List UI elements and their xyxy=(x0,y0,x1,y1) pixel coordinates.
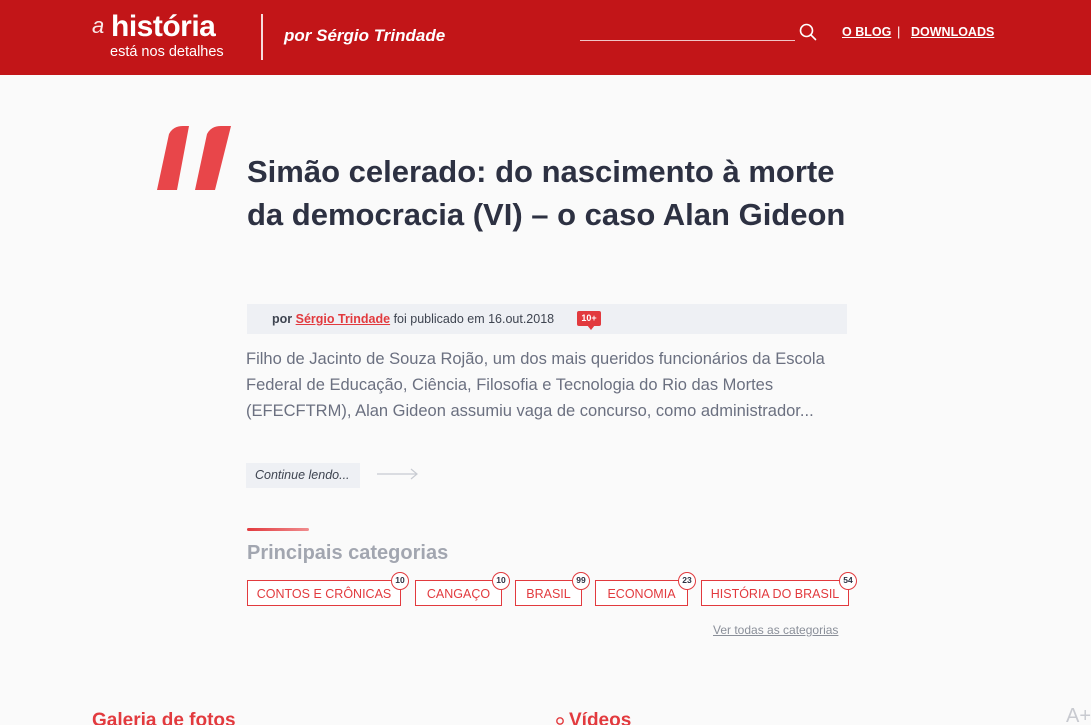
gallery-heading: Galeria de fotos xyxy=(92,710,236,725)
category-label: CONTOS E CRÔNICAS xyxy=(256,587,392,601)
category-count: 99 xyxy=(572,572,590,590)
category-label: ECONOMIA xyxy=(607,587,676,601)
category-tag[interactable]: ECONOMIA 23 xyxy=(595,572,696,606)
article-meta: por Sérgio Trindade foi publicado em 16.… xyxy=(247,304,847,334)
video-icon xyxy=(556,717,564,725)
see-all-categories-link[interactable]: Ver todas as categorias xyxy=(713,623,838,637)
category-tag[interactable]: HISTÓRIA DO BRASIL 54 xyxy=(701,572,857,606)
header-author-line: por Sérgio Trindade xyxy=(284,26,446,45)
category-count: 10 xyxy=(391,572,409,590)
author-link[interactable]: Sérgio Trindade xyxy=(296,312,390,326)
category-tag[interactable]: CONTOS E CRÔNICAS 10 xyxy=(247,572,409,606)
categories-accent-bar xyxy=(247,528,309,531)
search-input[interactable] xyxy=(580,22,795,41)
category-count: 54 xyxy=(839,572,857,590)
article-title[interactable]: Simão celerado: do nascimento à morte da… xyxy=(247,150,857,236)
category-tag[interactable]: BRASIL 99 xyxy=(515,572,590,606)
published-date: foi publicado em 16.out.2018 xyxy=(393,312,555,326)
categories-heading: Principais categorias xyxy=(247,542,449,564)
category-label: HISTÓRIA DO BRASIL xyxy=(710,587,840,601)
category-count: 23 xyxy=(678,572,696,590)
category-count: 10 xyxy=(492,572,510,590)
continue-reading-label: Continue lendo... xyxy=(255,468,350,482)
nav-separator: | xyxy=(897,24,901,39)
arrow-right-icon[interactable] xyxy=(377,467,419,481)
meta-by: por xyxy=(272,312,293,326)
comments-badge[interactable]: 10+ xyxy=(577,311,601,330)
search-icon[interactable] xyxy=(799,23,817,41)
nav-link-blog[interactable]: O BLOG xyxy=(842,25,891,39)
font-size-increase-button[interactable]: A+ xyxy=(1066,705,1091,725)
article-excerpt: Filho de Jacinto de Souza Rojão, um dos … xyxy=(246,350,825,420)
logo-tagline: está nos detalhes xyxy=(110,44,224,60)
nav-link-downloads[interactable]: DOWNLOADS xyxy=(911,25,994,39)
site-header: a história está nos detalhes por Sérgio … xyxy=(0,0,1091,75)
category-tag[interactable]: CANGAÇO 10 xyxy=(415,572,510,606)
header-divider xyxy=(261,14,263,60)
category-label: BRASIL xyxy=(526,587,571,601)
logo-brand: história xyxy=(111,10,216,43)
logo-prefix: a xyxy=(92,13,105,38)
continue-reading-button[interactable]: Continue lendo... xyxy=(246,463,360,488)
videos-heading: Vídeos xyxy=(569,710,632,725)
quote-mark-icon xyxy=(157,126,231,190)
category-label: CANGAÇO xyxy=(426,587,491,601)
